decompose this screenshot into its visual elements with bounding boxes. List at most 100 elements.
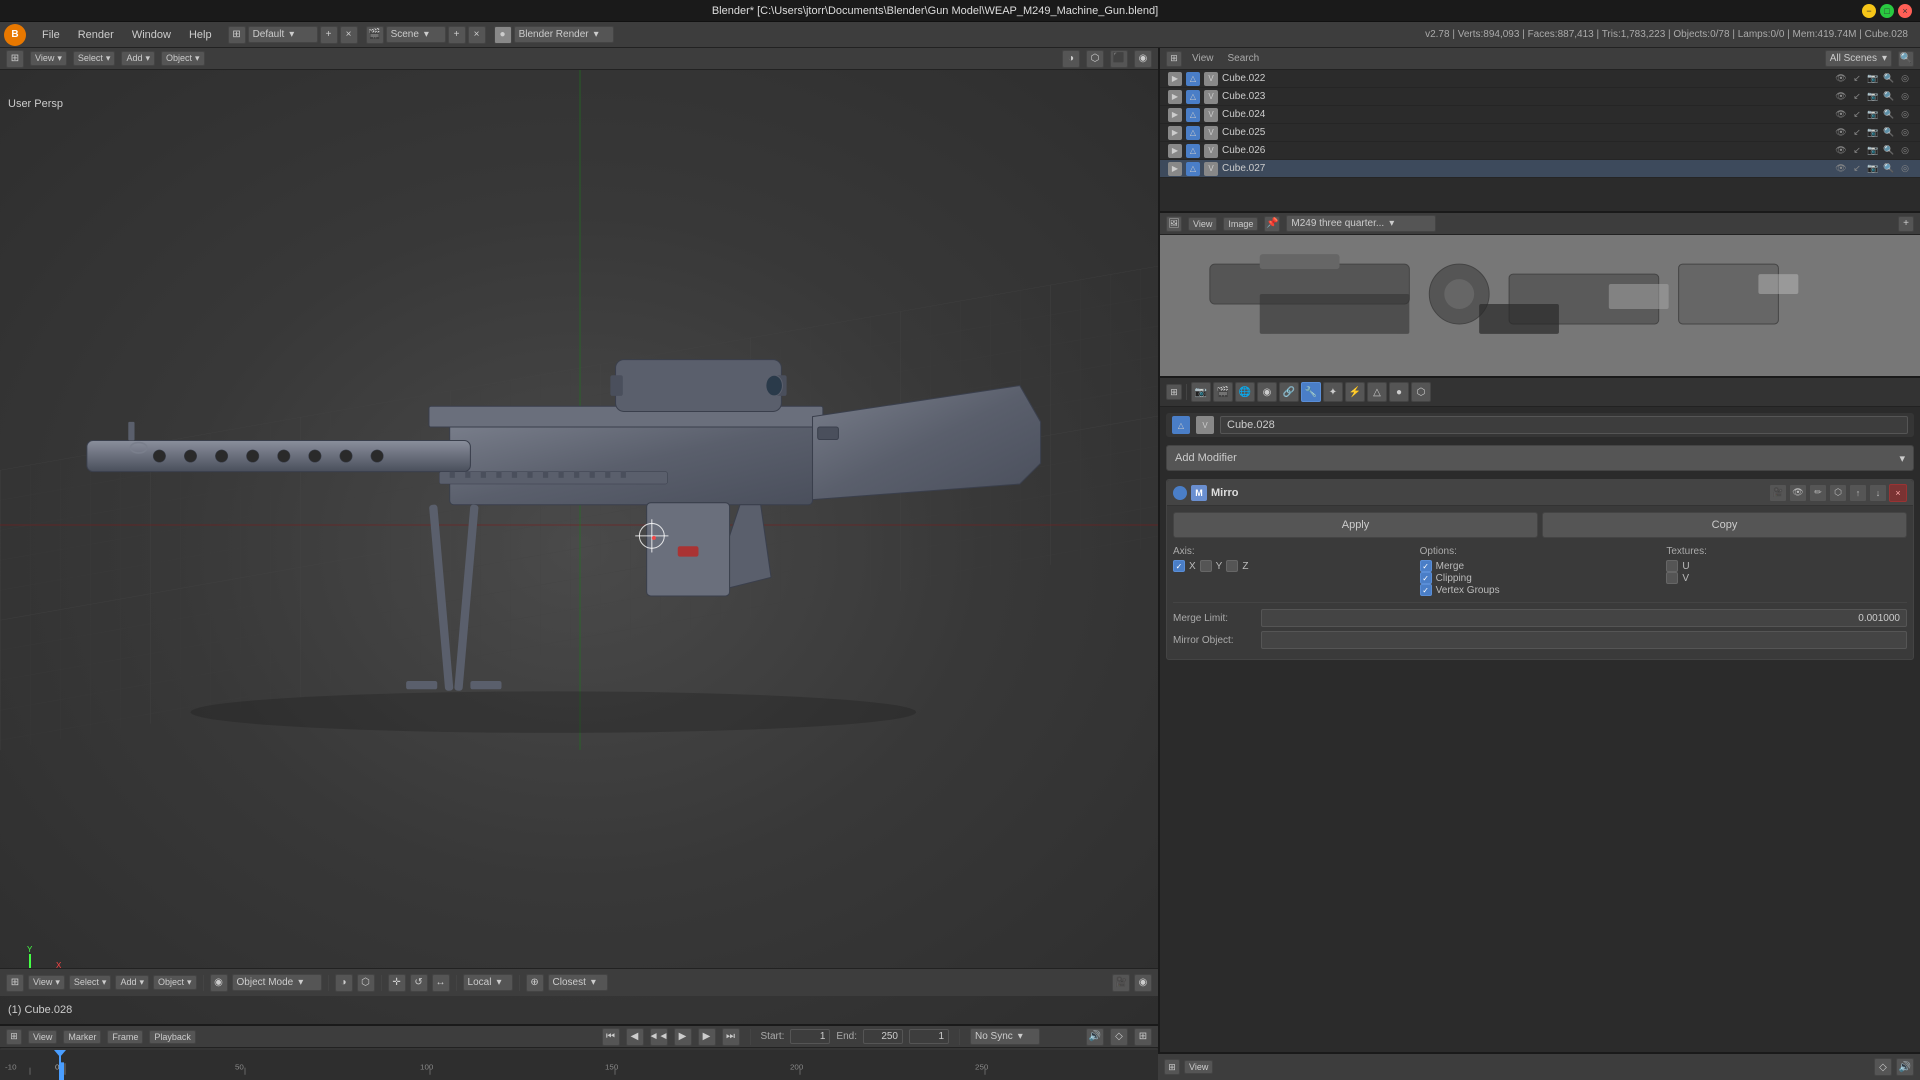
viewport-shading-solid[interactable]: ◑ — [1062, 50, 1080, 68]
outliner-restrict-filter2[interactable]: ◎ — [1898, 144, 1912, 158]
draw-solid-btn[interactable]: ◑ — [335, 974, 353, 992]
apply-button[interactable]: Apply — [1173, 512, 1538, 538]
outliner-restrict-filter1[interactable]: 🔍 — [1882, 162, 1896, 176]
menu-help[interactable]: Help — [181, 27, 220, 43]
outliner-restrict-filter2[interactable]: ◎ — [1898, 90, 1912, 104]
play-btn[interactable]: ▶ — [674, 1028, 692, 1046]
close-button[interactable]: × — [1898, 4, 1912, 18]
viewport-editor-type[interactable]: ⊞ — [6, 50, 24, 68]
image-viewer-pin-icon[interactable]: 📌 — [1264, 216, 1280, 232]
scale-manipulator-btn[interactable]: ↔ — [432, 974, 450, 992]
outliner-view-btn[interactable]: View — [1188, 52, 1218, 65]
image-viewer-add-btn[interactable]: + — [1898, 216, 1914, 232]
object-name-field[interactable]: Cube.028 — [1220, 416, 1908, 434]
outliner-editor-icon[interactable]: ⊞ — [1166, 51, 1182, 67]
outliner-restrict-select[interactable]: ↙ — [1850, 162, 1864, 176]
coord-dropdown[interactable]: Local — [463, 974, 513, 991]
modifier-edit-btn[interactable]: ✏ — [1809, 484, 1827, 502]
viewport[interactable]: ⊞ View Select Add Object ◑ ⬡ ⬛ ◉ — [0, 48, 1158, 1024]
sync-dropdown[interactable]: No Sync — [970, 1028, 1040, 1045]
props-constraints-icon[interactable]: 🔗 — [1279, 382, 1299, 402]
axis-x-checkbox[interactable] — [1173, 560, 1185, 572]
outliner-restrict-view[interactable]: 👁 — [1834, 126, 1848, 140]
nla-btn[interactable]: ⊞ — [1134, 1028, 1152, 1046]
keyframe-btn[interactable]: ◇ — [1110, 1028, 1128, 1046]
props-material-icon[interactable]: ● — [1389, 382, 1409, 402]
start-frame-input[interactable]: 1 — [790, 1029, 830, 1044]
snap-dropdown[interactable]: Closest — [548, 974, 608, 991]
render-engine-dropdown[interactable]: Blender Render — [514, 26, 614, 43]
props-physics-icon[interactable]: ⚡ — [1345, 382, 1365, 402]
audio-btn[interactable]: 🔊 — [1086, 1028, 1104, 1046]
outliner-scenes-dropdown[interactable]: All Scenes — [1825, 50, 1892, 67]
viewport-select-btn[interactable]: Select — [73, 51, 116, 66]
viewport-shading-wire[interactable]: ⬡ — [1086, 50, 1104, 68]
outliner-restrict-select[interactable]: ↙ — [1850, 108, 1864, 122]
viewport-draw-mode[interactable]: ⬛ — [1110, 50, 1128, 68]
outliner-search-btn[interactable]: Search — [1224, 52, 1264, 65]
skip-end-btn[interactable]: ⏭ — [722, 1028, 740, 1046]
outliner-restrict-filter1[interactable]: 🔍 — [1882, 144, 1896, 158]
mirror-object-input[interactable] — [1261, 631, 1907, 649]
image-viewer-image-btn[interactable]: Image — [1223, 217, 1258, 231]
prev-frame-btn[interactable]: ◀ — [626, 1028, 644, 1046]
outliner-restrict-view[interactable]: 👁 — [1834, 72, 1848, 86]
viewport-add-btn[interactable]: Add — [121, 51, 155, 66]
outliner-restrict-filter2[interactable]: ◎ — [1898, 108, 1912, 122]
record-btn[interactable] — [1072, 1033, 1080, 1041]
outliner-restrict-select[interactable]: ↙ — [1850, 144, 1864, 158]
remove-scene-btn[interactable]: × — [468, 26, 486, 44]
outliner-restrict-render[interactable]: 📷 — [1866, 90, 1880, 104]
outliner-restrict-select[interactable]: ↙ — [1850, 72, 1864, 86]
outliner-row-cube024[interactable]: ▶ △ V Cube.024 👁 ↙ 📷 🔍 ◎ — [1160, 106, 1920, 124]
remove-workspace-btn[interactable]: × — [340, 26, 358, 44]
merge-limit-input[interactable]: 0.001000 — [1261, 609, 1907, 627]
timeline-playback-btn[interactable]: Playback — [149, 1030, 196, 1044]
props-render-icon[interactable]: 📷 — [1191, 382, 1211, 402]
right-tl-keying-btn[interactable]: ◇ — [1874, 1058, 1892, 1076]
outliner-restrict-render[interactable]: 📷 — [1866, 144, 1880, 158]
image-name-dropdown[interactable]: M249 three quarter... — [1286, 215, 1436, 232]
skip-start-btn[interactable]: ⏮ — [602, 1028, 620, 1046]
props-particles-icon[interactable]: ✦ — [1323, 382, 1343, 402]
copy-button[interactable]: Copy — [1542, 512, 1907, 538]
props-object-icon[interactable]: ◉ — [1257, 382, 1277, 402]
play-rev-btn[interactable]: ◄◄ — [650, 1028, 668, 1046]
image-viewer-editor-icon[interactable]: 🖼 — [1166, 216, 1182, 232]
right-tl-audio-btn[interactable]: 🔊 — [1896, 1058, 1914, 1076]
outliner-restrict-filter1[interactable]: 🔍 — [1882, 126, 1896, 140]
props-data-icon[interactable]: △ — [1367, 382, 1387, 402]
props-modifiers-icon[interactable]: 🔧 — [1301, 382, 1321, 402]
outliner-restrict-filter2[interactable]: ◎ — [1898, 72, 1912, 86]
timeline-view-btn[interactable]: View — [28, 1030, 57, 1044]
vertex-groups-checkbox[interactable] — [1420, 584, 1432, 596]
props-scene-icon[interactable]: 🎬 — [1213, 382, 1233, 402]
add-modifier-btn[interactable]: Add Modifier ▾ — [1166, 445, 1914, 471]
menu-render[interactable]: Render — [70, 27, 122, 43]
outliner-search-icon[interactable]: 🔍 — [1898, 51, 1914, 67]
timeline-marker-btn[interactable]: Marker — [63, 1030, 101, 1044]
props-editor-icon[interactable]: ⊞ — [1166, 384, 1182, 400]
viewport-view-btn[interactable]: View — [30, 51, 67, 66]
modifier-cage-btn[interactable]: ⬡ — [1829, 484, 1847, 502]
current-frame-input[interactable]: 1 — [909, 1029, 949, 1044]
transform-manipulator-btn[interactable]: ✛ — [388, 974, 406, 992]
toolbar-editor-type[interactable]: ⊞ — [6, 974, 24, 992]
axis-z-checkbox[interactable] — [1226, 560, 1238, 572]
viewport-render-mode[interactable]: ◉ — [1134, 50, 1152, 68]
outliner-restrict-view[interactable]: 👁 — [1834, 162, 1848, 176]
outliner-restrict-filter2[interactable]: ◎ — [1898, 126, 1912, 140]
maximize-button[interactable]: □ — [1880, 4, 1894, 18]
menu-window[interactable]: Window — [124, 27, 179, 43]
timeline-ruler[interactable]: -10 0 50 100 150 200 250 — [0, 1048, 1158, 1080]
modifier-viewport-btn[interactable]: 👁 — [1789, 484, 1807, 502]
toolbar-view-btn[interactable]: View — [28, 975, 65, 990]
outliner-row-cube025[interactable]: ▶ △ V Cube.025 👁 ↙ 📷 🔍 ◎ — [1160, 124, 1920, 142]
draw-wire-btn[interactable]: ⬡ — [357, 974, 375, 992]
tex-v-checkbox[interactable] — [1666, 572, 1678, 584]
layout-dropdown[interactable]: Default — [248, 26, 318, 43]
merge-checkbox[interactable] — [1420, 560, 1432, 572]
mode-dropdown[interactable]: Object Mode — [232, 974, 322, 991]
rotate-manipulator-btn[interactable]: ↺ — [410, 974, 428, 992]
camera-btn[interactable]: 🎥 — [1112, 974, 1130, 992]
